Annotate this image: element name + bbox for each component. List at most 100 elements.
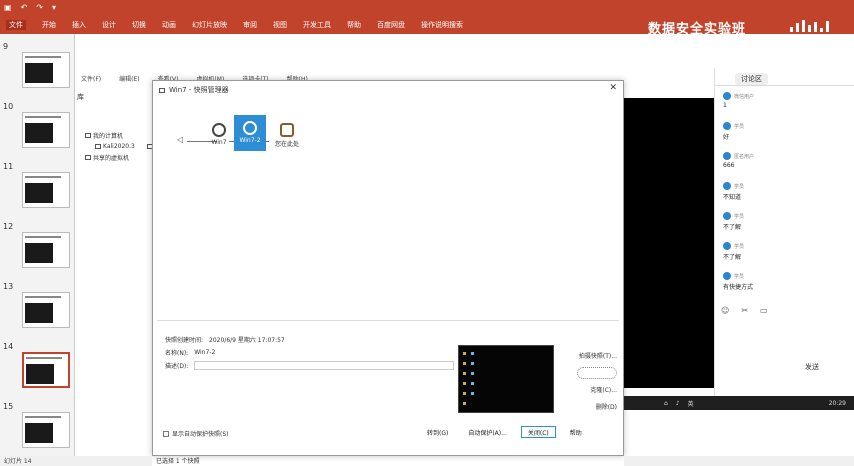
ppt-title-bar: ▣ ↶ ↷ ▾ — [0, 0, 854, 16]
dialog-title: Win7 - 快照管理器 — [159, 85, 229, 95]
slide-preview — [22, 232, 70, 268]
ribbon-tab[interactable]: 动画 — [162, 20, 176, 30]
slide-number: 14 — [3, 342, 14, 351]
snapshot-node[interactable]: Win7 — [201, 123, 237, 146]
slide-thumbnail[interactable]: 11 — [0, 162, 75, 212]
slide-number: 11 — [3, 162, 14, 171]
keep-oval — [577, 366, 617, 379]
ppt-status-bar-right — [624, 456, 854, 466]
ribbon-tab[interactable]: 审阅 — [243, 20, 257, 30]
slide-thumbnail[interactable]: 9 — [0, 42, 75, 92]
slide-preview — [22, 412, 70, 448]
ribbon-tab[interactable]: 百度网盘 — [377, 20, 405, 30]
name-field[interactable]: Win7-2 — [194, 349, 215, 356]
show-autoprotect-checkbox[interactable]: 显示自动保护快照(S) — [163, 429, 229, 438]
snapshot-side-buttons: 拍摄快照(T)... 克隆(C)... 删除(D) — [563, 347, 619, 415]
ribbon-tab[interactable]: 切换 — [132, 20, 146, 30]
vm-library-tree: 我的计算机 Kali2020.3Windows SerWEB.de1ay.com… — [85, 130, 469, 163]
desc-label: 描述(D): — [165, 363, 189, 370]
ribbon-tab[interactable]: 开发工具 — [303, 20, 331, 30]
snapshot-tree-canvas: ◁ Win7 Win7-2 您在此处 — [157, 99, 619, 321]
message-text: 好 — [723, 134, 730, 141]
avatar — [723, 122, 731, 130]
discussion-panel: 讨论区 微信用户 1 学员好匿名用户 666 学员 不知道 学员 不了解 学员 不了解 学员 有快捷方… — [714, 68, 854, 396]
message-text: 不了解 — [723, 254, 742, 261]
clock: 20:29 — [828, 399, 846, 407]
ribbon-tab[interactable]: 视图 — [273, 20, 287, 30]
location-icon — [280, 123, 294, 137]
ribbon-tab[interactable]: 插入 — [72, 20, 86, 30]
overlay-title: 数据安全实验班 — [648, 22, 747, 37]
clone-button[interactable]: 克隆(C)... — [563, 381, 619, 398]
slide-number: 10 — [3, 102, 14, 111]
vm-list-item[interactable]: Kali2020.3 — [85, 141, 135, 152]
avatar — [723, 152, 731, 160]
chat-message: 学员 有快捷方式 — [723, 272, 851, 291]
emoji-icon[interactable]: ☺ — [721, 306, 729, 315]
message-text: 666 — [723, 162, 735, 169]
message-author: 学员 — [734, 123, 745, 130]
redo-icon[interactable]: ↷ — [36, 3, 43, 12]
slide-number: 12 — [3, 222, 14, 231]
you-are-here-node[interactable]: 您在此处 — [269, 123, 305, 148]
undo-icon[interactable]: ↶ — [21, 3, 28, 12]
message-author: 微信用户 — [734, 93, 755, 100]
slide-preview — [22, 52, 70, 88]
message-author: 学员 — [734, 273, 745, 280]
created-label: 快照创建时间: — [165, 337, 204, 344]
tree-root-item[interactable]: 我的计算机 — [85, 130, 151, 141]
ribbon-tab[interactable]: 幻灯片放映 — [192, 20, 227, 30]
delete-button[interactable]: 删除(D) — [563, 398, 619, 415]
message-text: 不知道 — [723, 194, 742, 201]
message-author: 学员 — [734, 243, 745, 250]
slide-thumbnail[interactable]: 13 — [0, 282, 75, 332]
close-button[interactable]: 关闭(C) — [520, 426, 556, 438]
goto-button[interactable]: 转到(G) — [421, 426, 454, 438]
save-icon[interactable]: ▣ — [4, 3, 12, 12]
slide-thumbnail[interactable]: 10 — [0, 102, 75, 152]
slide-thumbnail-pane: 9 10 11 12 13 14 15 — [0, 34, 75, 456]
name-label: 名称(N): — [165, 350, 189, 357]
close-icon[interactable]: ✕ — [609, 83, 617, 93]
discussion-tab[interactable]: 讨论区 — [735, 73, 768, 85]
send-button[interactable]: 发送 — [805, 362, 819, 372]
snapshot-manager-dialog: Win7 - 快照管理器 ✕ ◁ Win7 Win7-2 您在此处 快照创建时间… — [152, 80, 624, 456]
ribbon-tab[interactable]: 文件 — [6, 20, 26, 30]
image-icon[interactable]: ▭ — [760, 306, 768, 315]
ribbon-tab[interactable]: 操作说明搜索 — [421, 20, 463, 30]
desc-field[interactable] — [194, 361, 455, 370]
slide-thumbnail[interactable]: 12 — [0, 222, 75, 272]
vm-menu-item[interactable]: 编辑(E) — [119, 74, 139, 86]
snapshot-node-selected[interactable]: Win7-2 — [234, 115, 266, 151]
slide-thumbnail[interactable]: 14 — [0, 342, 75, 392]
customize-icon[interactable]: ▾ — [52, 3, 56, 12]
ribbon-tab[interactable]: 帮助 — [347, 20, 361, 30]
dialog-buttons: 转到(G) 自动保护(A)... 关闭(C) 帮助 — [421, 426, 588, 438]
ribbon-tab[interactable]: 设计 — [102, 20, 116, 30]
tree-shared-item[interactable]: 共享的虚拟机 — [85, 152, 151, 163]
autoprotect-button[interactable]: 自动保护(A)... — [462, 426, 513, 438]
clock-icon — [212, 123, 226, 137]
slide-preview — [22, 352, 70, 388]
vm-menu-item[interactable]: 文件(F) — [81, 74, 101, 86]
library-header: 库 — [77, 93, 84, 101]
windows-taskbar: ⌂ ♪ 英 20:29 — [624, 396, 854, 410]
slide-number: 13 — [3, 282, 14, 291]
scissors-icon[interactable]: ✂ — [741, 306, 748, 315]
help-button[interactable]: 帮助 — [564, 426, 588, 438]
ribbon-tab[interactable]: 开始 — [42, 20, 56, 30]
message-text: 1 — [723, 102, 727, 109]
volume-icon: ♪ — [675, 399, 680, 407]
slide-preview — [22, 292, 70, 328]
slide-thumbnail[interactable]: 15 — [0, 402, 75, 452]
keep-button[interactable] — [563, 364, 619, 381]
discussion-toolbar: ☺ ✂ ▭ — [721, 306, 768, 315]
take-snapshot-button[interactable]: 拍摄快照(T)... — [563, 347, 619, 364]
avatar — [723, 182, 731, 190]
ppt-ribbon-tabs: 文件 开始 插入 设计 切换 动画 幻灯片放映 审阅 视图 开发工具 帮助 百度网盘 操作说明搜索 数据… — [0, 16, 854, 37]
chat-message: 微信用户 1 — [723, 92, 851, 109]
vm-screen — [624, 98, 714, 388]
message-text: 有快捷方式 — [723, 284, 754, 291]
clock-icon — [243, 121, 257, 135]
ime-indicator[interactable]: 英 — [688, 399, 694, 408]
